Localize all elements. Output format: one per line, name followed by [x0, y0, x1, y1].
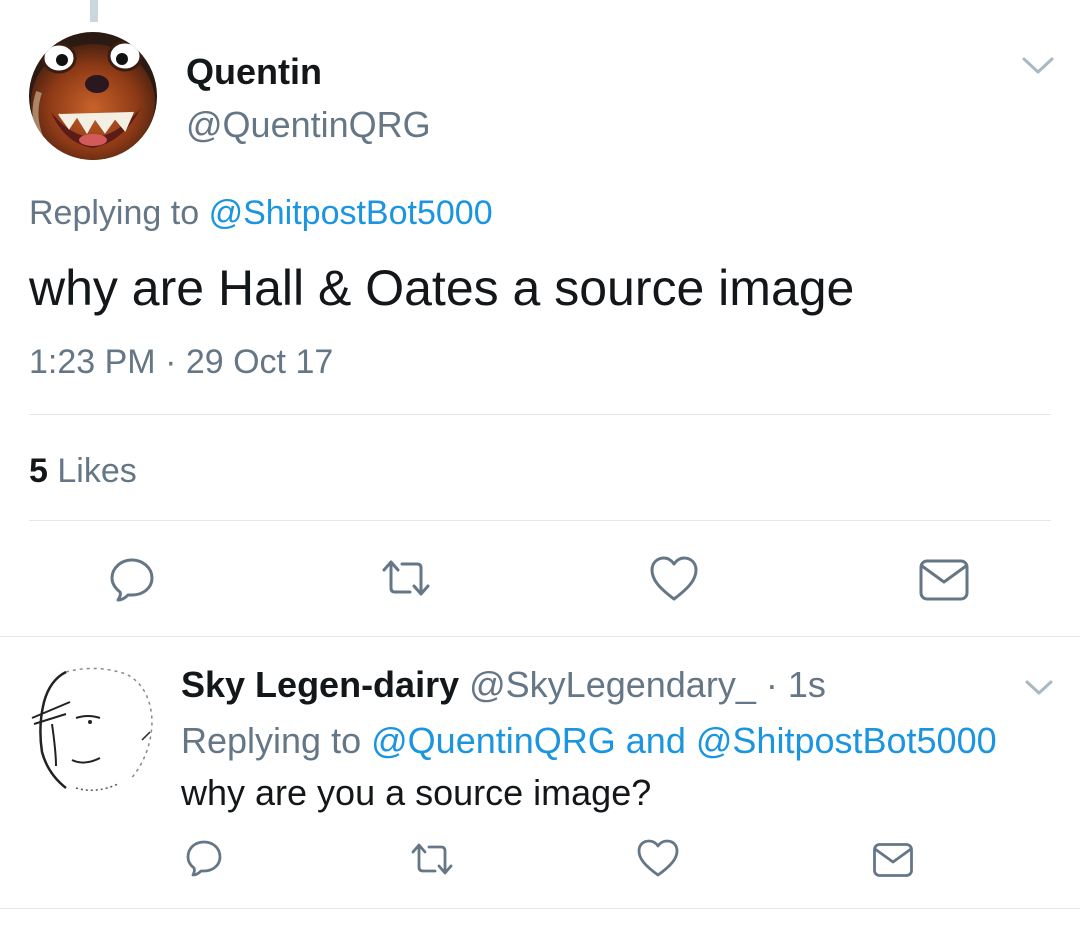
- user-handle[interactable]: @QuentinQRG: [186, 105, 431, 145]
- reply-icon[interactable]: [184, 838, 224, 878]
- mention-link[interactable]: @ShitpostBot5000: [209, 194, 493, 232]
- display-name[interactable]: Quentin: [186, 52, 322, 92]
- reply-header: Sky Legen-dairy @SkyLegendary_ · 1s: [181, 664, 826, 706]
- likes-number: 5: [29, 452, 48, 490]
- mention-link[interactable]: @ShitpostBot5000: [696, 720, 997, 761]
- direct-message-icon[interactable]: [918, 558, 970, 602]
- replying-prefix: Replying to: [181, 720, 362, 761]
- like-icon[interactable]: [648, 555, 700, 603]
- mention-link[interactable]: @QuentinQRG: [371, 720, 616, 761]
- like-icon[interactable]: [636, 838, 680, 878]
- chevron-down-icon[interactable]: [1024, 678, 1054, 698]
- divider: [29, 520, 1051, 521]
- direct-message-icon[interactable]: [872, 842, 914, 878]
- retweet-icon[interactable]: [378, 556, 434, 600]
- tweet-text: why are you a source image?: [181, 772, 652, 813]
- thread-connector-line: [90, 0, 98, 22]
- replying-to-line: Replying to @QuentinQRG and @ShitpostBot…: [181, 720, 997, 762]
- replying-prefix: Replying to: [29, 194, 200, 232]
- likes-label: Likes: [57, 452, 137, 490]
- likes-count[interactable]: 5 Likes: [29, 451, 137, 491]
- divider: [0, 636, 1080, 637]
- reply-icon[interactable]: [108, 555, 156, 603]
- tweet-age[interactable]: 1s: [788, 664, 826, 705]
- divider: [29, 414, 1051, 415]
- retweet-icon[interactable]: [408, 840, 456, 878]
- avatar[interactable]: [26, 662, 158, 796]
- divider: [0, 908, 1080, 909]
- replying-to-line: Replying to @ShitpostBot5000: [29, 193, 493, 233]
- tweet-text: why are Hall & Oates a source image: [29, 260, 855, 316]
- chevron-down-icon[interactable]: [1020, 54, 1056, 78]
- mention-join[interactable]: and: [626, 720, 686, 761]
- meta-separator: ·: [765, 664, 778, 705]
- user-handle[interactable]: @SkyLegendary_: [469, 664, 756, 705]
- display-name[interactable]: Sky Legen-dairy: [181, 664, 459, 705]
- tweet-timestamp[interactable]: 1:23 PM · 29 Oct 17: [29, 342, 333, 382]
- avatar[interactable]: [29, 32, 157, 160]
